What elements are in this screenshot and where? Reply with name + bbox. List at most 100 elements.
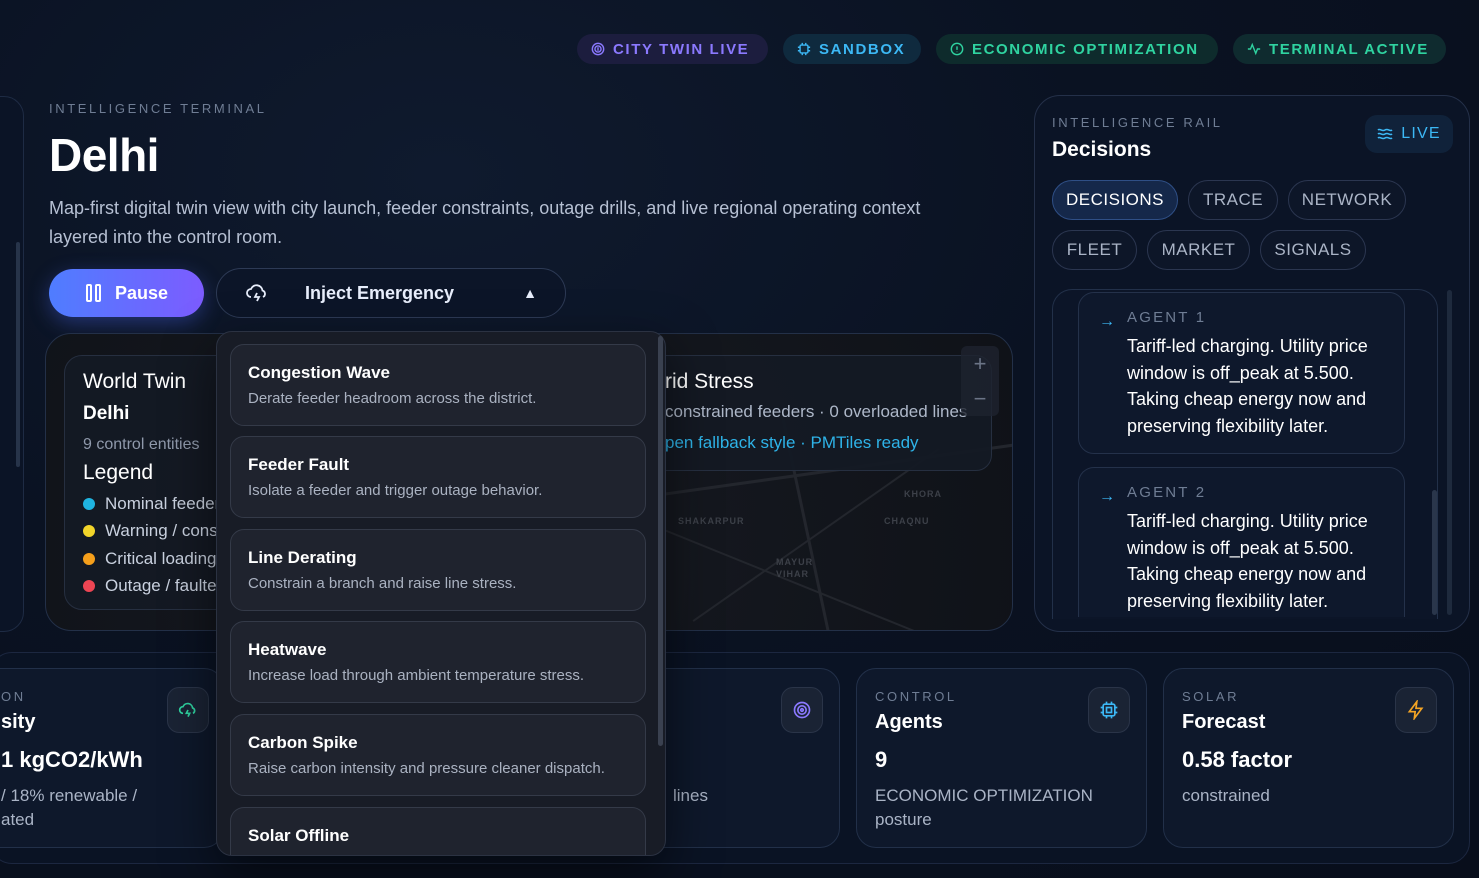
- world-twin-entities: 9 control entities: [83, 436, 200, 450]
- menu-item-title: Line Derating: [248, 548, 357, 567]
- tab-decisions[interactable]: DECISIONS: [1052, 180, 1178, 220]
- stat-value: 0.58 factor: [1182, 747, 1293, 772]
- economic-optimization-pill: ECONOMIC OPTIMIZATION: [936, 34, 1218, 64]
- caret-up-icon: ▲: [523, 285, 537, 301]
- menu-item-carbon-spike[interactable]: Carbon Spike Raise carbon intensity and …: [230, 714, 646, 796]
- legend-item-critical: Critical loading: [83, 549, 223, 569]
- legend-dot: [83, 498, 95, 510]
- legend-item-outage: Outage / faulted: [83, 576, 223, 596]
- stat-eyebrow: CONTROL: [875, 689, 957, 704]
- agent-decision-card[interactable]: → AGENT 1 Tariff-led charging. Utility p…: [1078, 292, 1405, 454]
- stat-name: Agents: [875, 711, 943, 733]
- legend-label: Warning / constrained: [105, 521, 223, 540]
- menu-item-line-derating[interactable]: Line Derating Constrain a branch and rai…: [230, 529, 646, 611]
- menu-item-desc: Constrain a branch and raise line stress…: [248, 575, 517, 592]
- legend-label: Outage / faulted: [105, 576, 223, 595]
- cloud-lightning-icon: [167, 687, 209, 733]
- legend-label: Critical loading: [105, 549, 217, 568]
- left-panel-edge: [0, 96, 24, 632]
- stat-card-solar: SOLAR Forecast 0.58 factor constrained: [1163, 668, 1454, 848]
- agent-label: AGENT 2: [1127, 484, 1207, 501]
- stat-desc: constrained: [1182, 786, 1270, 805]
- grid-stress-title: rid Stress: [665, 370, 754, 393]
- sandbox-pill: SANDBOX: [783, 34, 921, 64]
- map-zoom-control: + −: [961, 346, 999, 416]
- stat-card-carbon: ON sity 1 kgCO2/kWh / 18% renewable / at…: [0, 668, 224, 848]
- stat-eyebrow: ON: [1, 689, 26, 704]
- waves-icon: [1377, 128, 1393, 140]
- agent-decision-text: Tariff-led charging. Utility price windo…: [1127, 336, 1368, 436]
- tab-network[interactable]: NETWORK: [1288, 180, 1406, 220]
- agent-decision-card[interactable]: → AGENT 2 Tariff-led charging. Utility p…: [1078, 467, 1405, 617]
- stat-value: 9: [875, 747, 888, 772]
- arrow-right-icon: →: [1099, 313, 1115, 330]
- menu-item-desc: Isolate a feeder and trigger outage beha…: [248, 482, 543, 499]
- stat-name: sity: [1, 711, 36, 733]
- stat-eyebrow: SOLAR: [1182, 689, 1240, 704]
- menu-item-heatwave[interactable]: Heatwave Increase load through ambient t…: [230, 621, 646, 703]
- menu-item-solar-offline[interactable]: Solar Offline: [230, 807, 646, 855]
- cloud-lightning-icon: [246, 284, 266, 302]
- menu-item-title: Carbon Spike: [248, 733, 358, 752]
- pause-button[interactable]: Pause: [49, 269, 204, 317]
- agent-label: AGENT 1: [1127, 309, 1207, 326]
- tab-fleet[interactable]: FLEET: [1052, 230, 1137, 270]
- inject-emergency-button[interactable]: Inject Emergency ▲: [216, 268, 566, 318]
- stat-desc: lines: [673, 786, 708, 805]
- chip-icon: [797, 42, 811, 56]
- tab-trace[interactable]: TRACE: [1188, 180, 1278, 220]
- legend-title: Legend: [83, 461, 154, 484]
- menu-item-feeder-fault[interactable]: Feeder Fault Isolate a feeder and trigge…: [230, 436, 646, 518]
- legend-dot: [83, 553, 95, 565]
- city-twin-live-pill: CITY TWIN LIVE: [577, 34, 768, 64]
- legend-item-warning: Warning / constrained: [83, 521, 223, 541]
- map-label-khora: KHORA: [904, 489, 942, 499]
- menu-item-title: Feeder Fault: [248, 455, 350, 474]
- legend-label: Nominal feeders: [105, 494, 223, 513]
- target-icon: [781, 687, 823, 733]
- info-circle-icon: [950, 42, 964, 56]
- pause-icon: [85, 284, 101, 302]
- pause-label: Pause: [114, 282, 169, 303]
- menu-item-title: Solar Offline: [248, 826, 350, 845]
- stat-name: Forecast: [1182, 711, 1266, 733]
- terminal-active-label: TERMINAL ACTIVE: [1269, 40, 1429, 58]
- menu-item-congestion-wave[interactable]: Congestion Wave Derate feeder headroom a…: [230, 344, 646, 426]
- map-label-chaqnu: CHAQNU: [884, 516, 930, 526]
- emergency-menu-scrollbar[interactable]: [658, 336, 663, 746]
- city-twin-live-label: CITY TWIN LIVE: [613, 40, 750, 58]
- tab-signals[interactable]: SIGNALS: [1260, 230, 1366, 270]
- fingerprint-icon: [591, 42, 605, 56]
- world-twin-title: World Twin: [83, 370, 187, 393]
- inject-emergency-label: Inject Emergency: [305, 282, 455, 303]
- grid-stress-link[interactable]: pen fallback style · PMTiles ready: [665, 433, 919, 453]
- left-panel-scrollbar[interactable]: [16, 242, 20, 467]
- stat-desc: ECONOMIC OPTIMIZATION posture: [875, 786, 1093, 829]
- live-label: LIVE: [1401, 125, 1441, 142]
- legend-dot: [83, 525, 95, 537]
- zoom-out-button[interactable]: −: [961, 381, 999, 416]
- map-label-shakarpur: SHAKARPUR: [678, 516, 745, 526]
- legend-dot: [83, 580, 95, 592]
- menu-item-desc: Increase load through ambient temperatur…: [248, 667, 585, 684]
- menu-item-title: Heatwave: [248, 640, 327, 659]
- menu-item-title: Congestion Wave: [248, 363, 390, 382]
- zoom-in-button[interactable]: +: [961, 346, 999, 381]
- tab-market[interactable]: MARKET: [1147, 230, 1250, 270]
- terminal-active-pill: TERMINAL ACTIVE: [1233, 34, 1446, 64]
- cpu-icon: [1088, 687, 1130, 733]
- live-button[interactable]: LIVE: [1365, 115, 1453, 153]
- stat-desc: / 18% renewable / ated: [1, 786, 138, 829]
- page-title: Delhi: [49, 129, 159, 181]
- menu-item-desc: Raise carbon intensity and pressure clea…: [248, 760, 605, 777]
- stat-card-agents: CONTROL Agents 9 ECONOMIC OPTIMIZATION p…: [856, 668, 1147, 848]
- rail-scrollbar[interactable]: [1447, 290, 1452, 615]
- legend-item-nominal: Nominal feeders: [83, 494, 223, 514]
- grid-stress-subtitle: constrained feeders · 0 overloaded lines: [665, 402, 968, 421]
- feed-scrollbar-thumb[interactable]: [1432, 490, 1437, 615]
- sandbox-label: SANDBOX: [819, 40, 906, 58]
- menu-item-desc: Derate feeder headroom across the distri…: [248, 390, 537, 407]
- stat-value: 1 kgCO2/kWh: [1, 747, 143, 772]
- rail-eyebrow: INTELLIGENCE RAIL: [1052, 115, 1223, 130]
- rail-title: Decisions: [1052, 138, 1152, 161]
